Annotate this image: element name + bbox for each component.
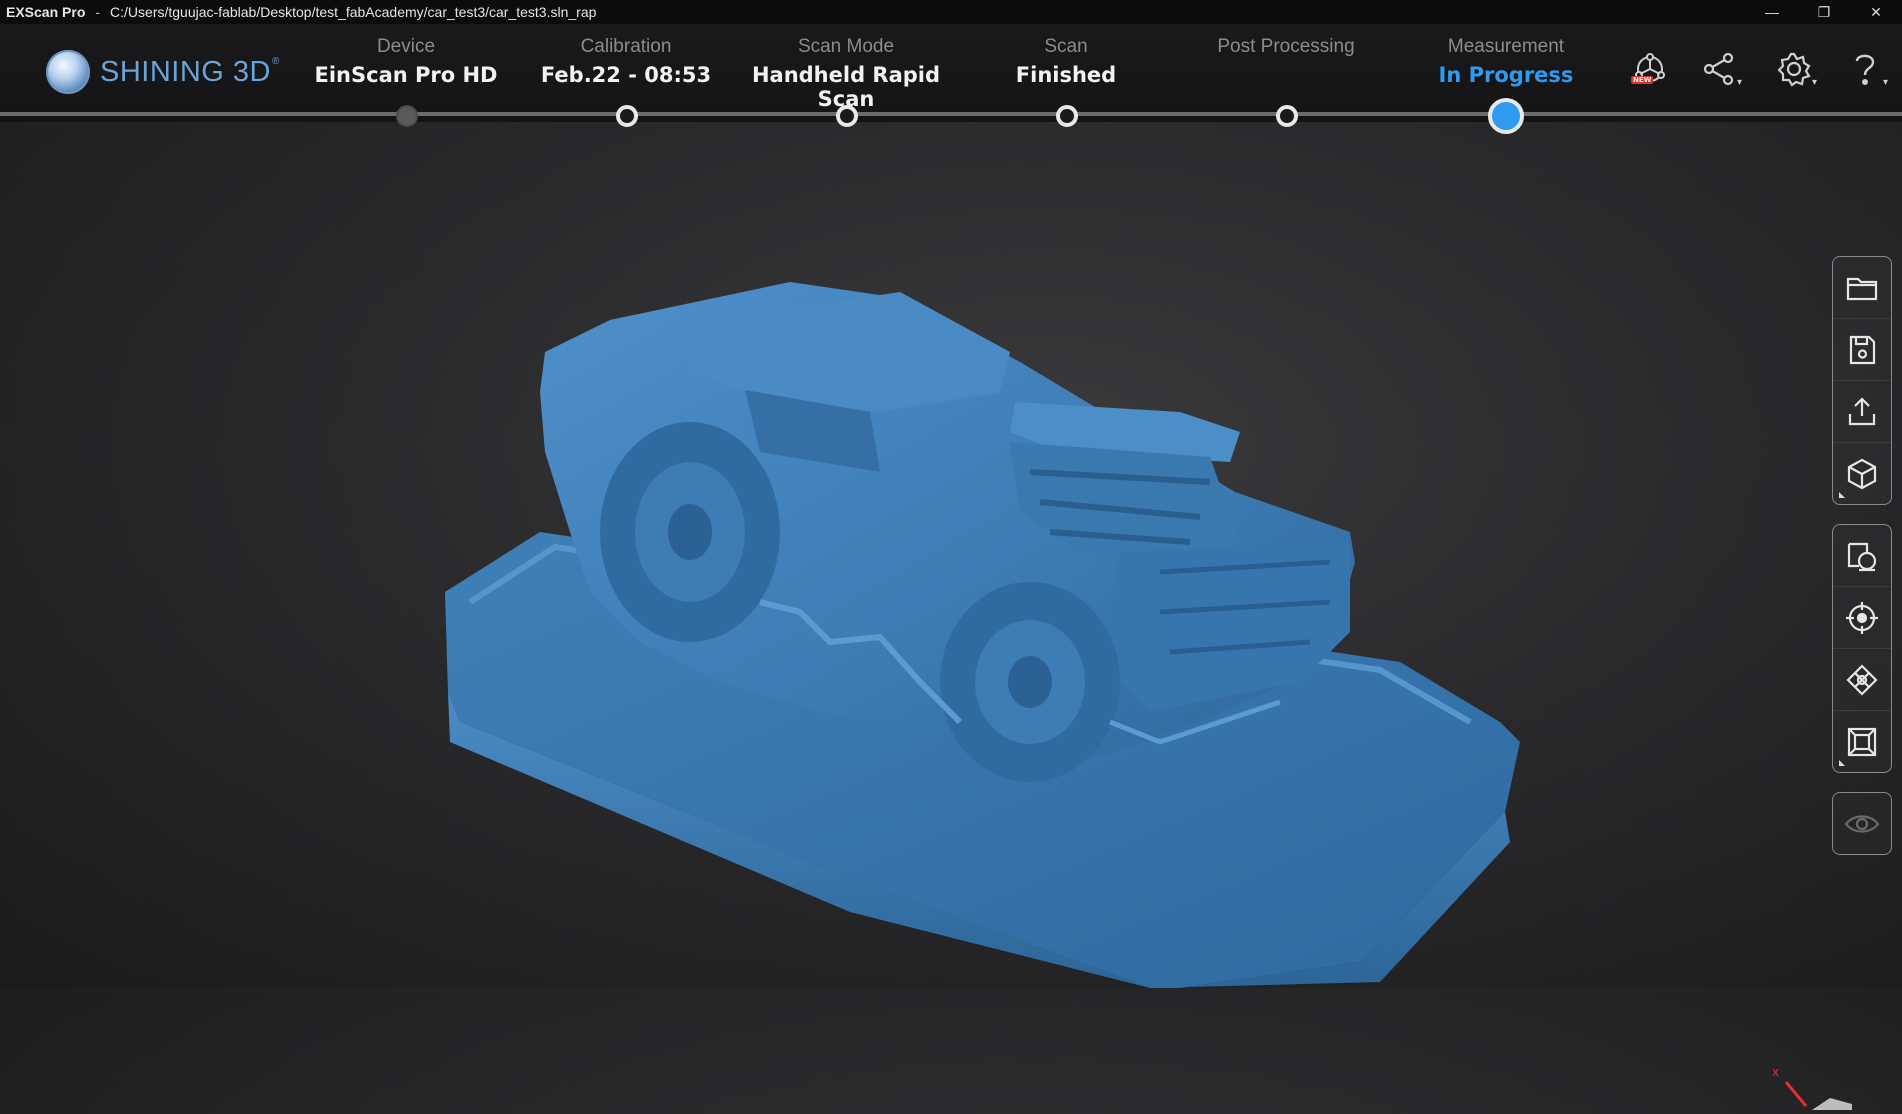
- share-icon: [1703, 52, 1734, 86]
- cube-icon: [1847, 458, 1877, 489]
- close-button[interactable]: ✕: [1850, 0, 1902, 24]
- window-controls: — ❐ ✕: [1746, 0, 1902, 24]
- view-mode-button[interactable]: [1833, 443, 1891, 504]
- gear-icon: [1777, 52, 1811, 87]
- logo-registered-mark: ®: [271, 55, 280, 67]
- new-feature-button[interactable]: NEW: [1625, 46, 1675, 92]
- new-badge: NEW: [1631, 76, 1654, 84]
- align-icon: [1847, 542, 1877, 571]
- step-scan-mode[interactable]: Scan Mode Handheld Rapid Scan: [736, 36, 956, 111]
- axis-indicator: x: [1772, 1065, 1852, 1114]
- step-device[interactable]: Device EinScan Pro HD: [296, 36, 516, 87]
- workflow-header: SHINING 3D® Device EinScan Pro HD Calibr…: [0, 24, 1902, 134]
- brand-logo: SHINING 3D®: [46, 50, 280, 94]
- step-measurement[interactable]: Measurement In Progress: [1396, 36, 1616, 87]
- step-label: Calibration: [580, 36, 672, 57]
- merge-button[interactable]: [1833, 649, 1891, 711]
- submenu-indicator: [1839, 492, 1845, 498]
- marker-button[interactable]: [1833, 587, 1891, 649]
- title-separator: -: [95, 4, 101, 20]
- step-label: Scan: [1044, 36, 1088, 57]
- axis-x-label: x: [1772, 1066, 1779, 1079]
- app-name: EXScan Pro: [6, 4, 86, 20]
- minimize-button[interactable]: —: [1746, 0, 1798, 24]
- step-label: Device: [376, 36, 436, 57]
- visibility-toolbar: [1832, 792, 1892, 855]
- eye-icon: [1844, 814, 1880, 833]
- question-mark-icon: [1855, 54, 1875, 86]
- chevron-down-icon: ▾: [1882, 77, 1888, 88]
- step-calibration[interactable]: Calibration Feb.22 - 08:53: [516, 36, 736, 87]
- chevron-down-icon: ▾: [1811, 77, 1817, 88]
- step-value: Handheld Rapid Scan: [751, 63, 941, 111]
- step-label: Post Processing: [1217, 36, 1355, 57]
- step-post-processing[interactable]: Post Processing: [1176, 36, 1396, 63]
- step-scan[interactable]: Scan Finished: [956, 36, 1176, 87]
- logo-sphere-icon: [46, 50, 90, 94]
- step-value: Finished: [1015, 63, 1117, 87]
- visibility-toggle-button[interactable]: [1833, 793, 1891, 854]
- target-icon: [1846, 601, 1878, 634]
- submenu-indicator: [1839, 760, 1845, 766]
- frame-icon: [1847, 727, 1877, 756]
- open-project-button[interactable]: [1833, 257, 1891, 319]
- export-button[interactable]: [1833, 381, 1891, 443]
- share-button[interactable]: ▾: [1694, 46, 1744, 92]
- restore-button[interactable]: ❐: [1798, 0, 1850, 24]
- project-path: C:/Users/tguujac-fablab/Desktop/test_fab…: [110, 4, 597, 20]
- scanned-car-model[interactable]: [0, 122, 1902, 988]
- folder-icon: [1846, 277, 1878, 300]
- frame-button[interactable]: [1833, 711, 1891, 772]
- logo-text: SHINING 3D: [100, 55, 271, 88]
- step-label: Scan Mode: [797, 36, 895, 57]
- workflow-progress-line: [0, 112, 1902, 116]
- save-button[interactable]: [1833, 319, 1891, 381]
- align-button[interactable]: [1833, 525, 1891, 587]
- step-value: In Progress: [1438, 63, 1574, 87]
- edit-toolbar: [1832, 524, 1892, 773]
- step-value: Feb.22 - 08:53: [540, 63, 712, 87]
- file-toolbar: [1832, 256, 1892, 505]
- step-value: EinScan Pro HD: [314, 63, 498, 87]
- export-icon: [1848, 396, 1876, 425]
- 3d-viewport[interactable]: x: [0, 122, 1902, 1110]
- settings-button[interactable]: ▾: [1769, 46, 1819, 92]
- save-icon: [1849, 335, 1876, 364]
- help-button[interactable]: ▾: [1840, 46, 1890, 92]
- chevron-down-icon: ▾: [1736, 77, 1742, 88]
- title-bar: EXScan Pro - C:/Users/tguujac-fablab/Des…: [0, 0, 1902, 24]
- merge-icon: [1846, 663, 1878, 696]
- step-label: Measurement: [1447, 36, 1565, 57]
